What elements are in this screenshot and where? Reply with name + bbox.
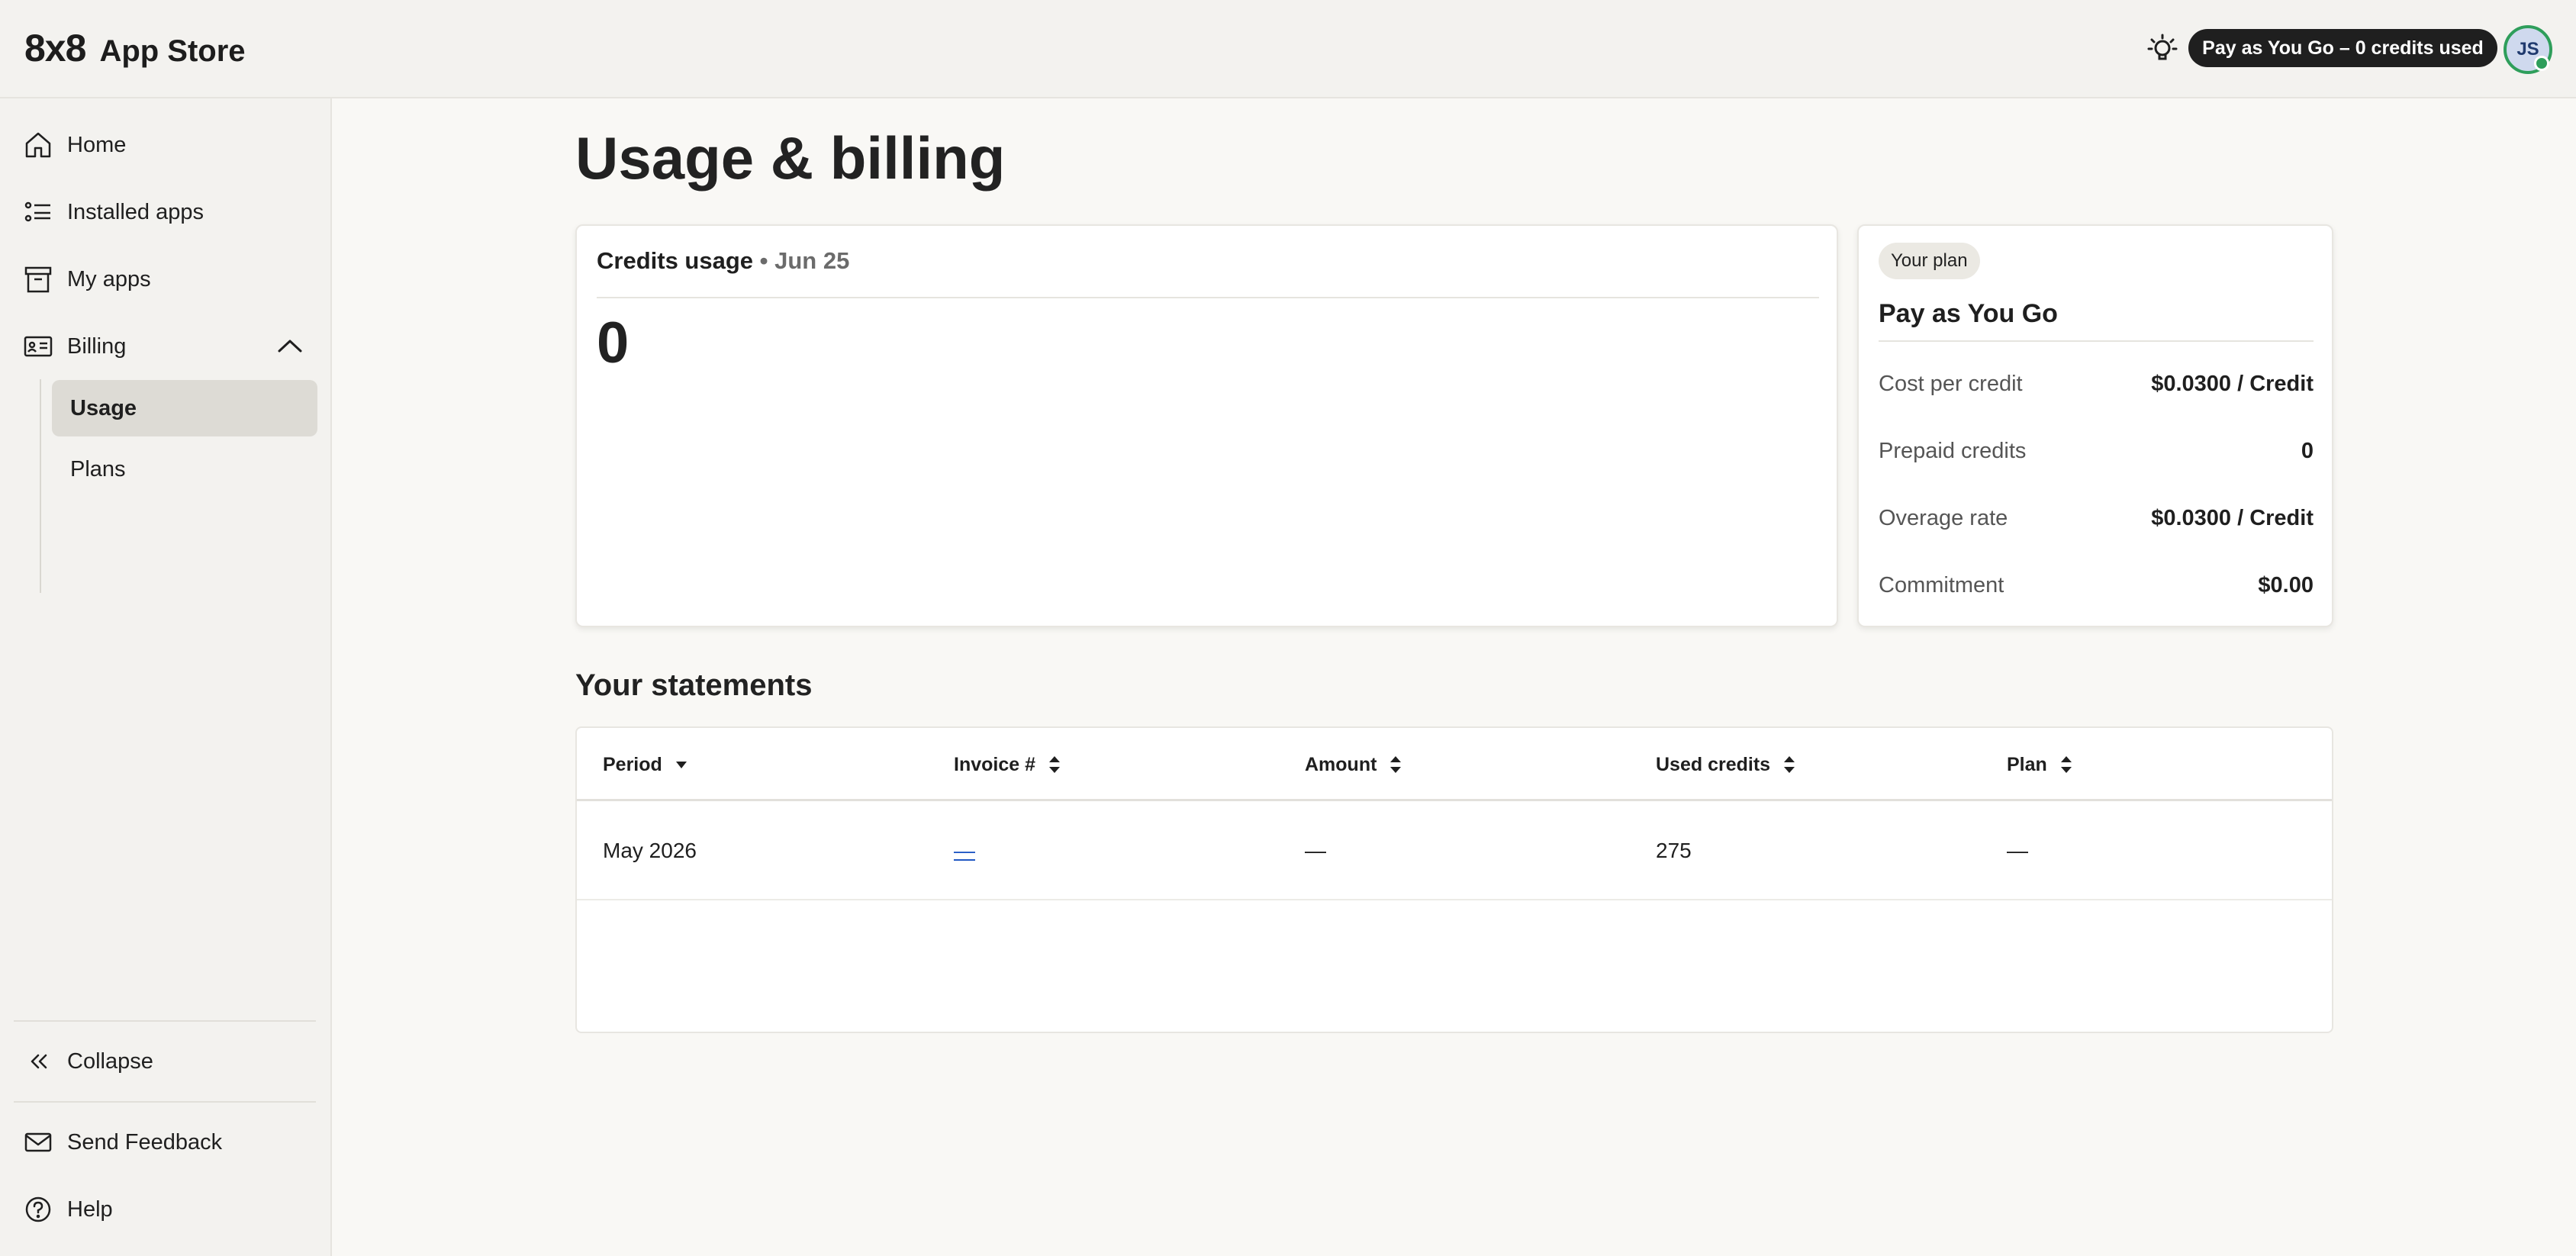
plan-row-key: Cost per credit — [1879, 371, 2023, 396]
sidebar-item-installed-apps[interactable]: Installed apps — [23, 189, 204, 235]
sidebar-divider — [14, 1020, 316, 1022]
plan-status-pill[interactable]: Pay as You Go – 0 credits used — [2188, 29, 2497, 67]
sidebar: Home Installed apps My apps Billing Usag… — [0, 98, 332, 1256]
archive-icon — [23, 264, 53, 295]
column-header-label: Used credits — [1656, 753, 1771, 775]
credits-usage-date: • Jun 25 — [759, 247, 850, 274]
credits-usage-header: Credits usage • Jun 25 — [597, 247, 849, 275]
plan-row-value: $0.00 — [2258, 572, 2314, 597]
plan-row-cost-per-credit: Cost per credit $0.0300 / Credit — [1879, 367, 2314, 401]
credits-usage-value: 0 — [597, 311, 630, 375]
id-card-icon — [23, 331, 53, 362]
lightbulb-icon[interactable] — [2146, 32, 2179, 66]
table-header: Period Invoice # Amount Used credits Pla… — [577, 728, 2332, 801]
plan-row-value: $0.0300 / Credit — [2151, 371, 2314, 396]
send-feedback-button[interactable]: Send Feedback — [23, 1119, 222, 1165]
sidebar-subitem-plans[interactable]: Plans — [52, 441, 317, 498]
column-header-plan[interactable]: Plan — [2007, 728, 2075, 801]
sidebar-divider — [14, 1101, 316, 1103]
plan-row-value: 0 — [2301, 438, 2314, 463]
column-header-invoice[interactable]: Invoice # — [954, 728, 1063, 801]
cell-period: May 2026 — [603, 839, 697, 862]
collapse-label: Collapse — [67, 1048, 153, 1074]
column-header-label: Period — [603, 753, 662, 775]
sort-icon — [1046, 753, 1063, 776]
column-header-used-credits[interactable]: Used credits — [1656, 728, 1798, 801]
sidebar-item-label: My apps — [67, 266, 151, 291]
credits-usage-card: Credits usage • Jun 25 0 — [575, 224, 1838, 627]
sidebar-item-label: Installed apps — [67, 199, 204, 224]
cell-invoice: — — [954, 801, 975, 900]
plan-row-commitment: Commitment $0.00 — [1879, 568, 2314, 602]
logo[interactable]: 8x8 App Store — [24, 26, 246, 70]
page-title: Usage & billing — [575, 124, 1006, 192]
help-label: Help — [67, 1196, 113, 1222]
cell-amount: — — [1305, 839, 1326, 862]
mail-icon — [23, 1127, 53, 1158]
plan-row-prepaid-credits: Prepaid credits 0 — [1879, 434, 2314, 468]
your-plan-badge: Your plan — [1879, 243, 1980, 279]
column-header-label: Plan — [2007, 753, 2047, 775]
send-feedback-label: Send Feedback — [67, 1129, 223, 1155]
cell-plan: — — [2007, 839, 2028, 862]
sort-icon — [1781, 753, 1798, 776]
table-row: May 2026 — — 275 — — [577, 801, 2332, 900]
statements-title: Your statements — [575, 668, 813, 702]
plan-row-key: Prepaid credits — [1879, 438, 2027, 463]
plan-card: Your plan Pay as You Go Cost per credit … — [1857, 224, 2333, 627]
sort-icon — [2058, 753, 2075, 776]
credits-usage-title: Credits usage — [597, 247, 754, 274]
sidebar-item-label: Home — [67, 132, 127, 157]
sidebar-item-my-apps[interactable]: My apps — [23, 256, 151, 302]
column-header-period[interactable]: Period — [603, 728, 690, 801]
cell-used-credits: 275 — [1656, 839, 1692, 862]
card-divider — [597, 297, 1819, 298]
sort-descending-icon — [673, 753, 690, 776]
app-name: App Store — [99, 34, 246, 68]
statements-table: Period Invoice # Amount Used credits Pla… — [575, 726, 2333, 1033]
double-chevron-left-icon — [23, 1046, 53, 1077]
sidebar-item-label: Billing — [67, 333, 127, 359]
sort-icon — [1387, 753, 1404, 776]
sidebar-item-billing[interactable]: Billing — [23, 324, 126, 369]
column-header-label: Invoice # — [954, 753, 1035, 775]
column-header-label: Amount — [1305, 753, 1377, 775]
subtree-line — [40, 379, 41, 593]
invoice-link[interactable]: — — [954, 839, 975, 863]
help-button[interactable]: Help — [23, 1187, 113, 1232]
plan-row-overage-rate: Overage rate $0.0300 / Credit — [1879, 501, 2314, 535]
card-divider — [1879, 340, 2314, 342]
column-header-amount[interactable]: Amount — [1305, 728, 1404, 801]
plan-name: Pay as You Go — [1879, 299, 2058, 328]
plan-row-key: Overage rate — [1879, 505, 2008, 530]
chevron-up-icon[interactable] — [273, 330, 307, 363]
logo-mark: 8x8 — [24, 27, 86, 69]
plan-row-key: Commitment — [1879, 572, 2004, 597]
collapse-button[interactable]: Collapse — [23, 1039, 153, 1084]
sidebar-item-home[interactable]: Home — [23, 122, 126, 168]
list-icon — [23, 197, 53, 227]
home-icon — [23, 130, 53, 160]
online-status-dot — [2534, 56, 2549, 71]
help-icon — [23, 1194, 53, 1225]
sidebar-subitem-usage[interactable]: Usage — [52, 380, 317, 436]
plan-row-value: $0.0300 / Credit — [2151, 505, 2314, 530]
top-header: 8x8 App Store Pay as You Go – 0 credits … — [0, 0, 2576, 98]
